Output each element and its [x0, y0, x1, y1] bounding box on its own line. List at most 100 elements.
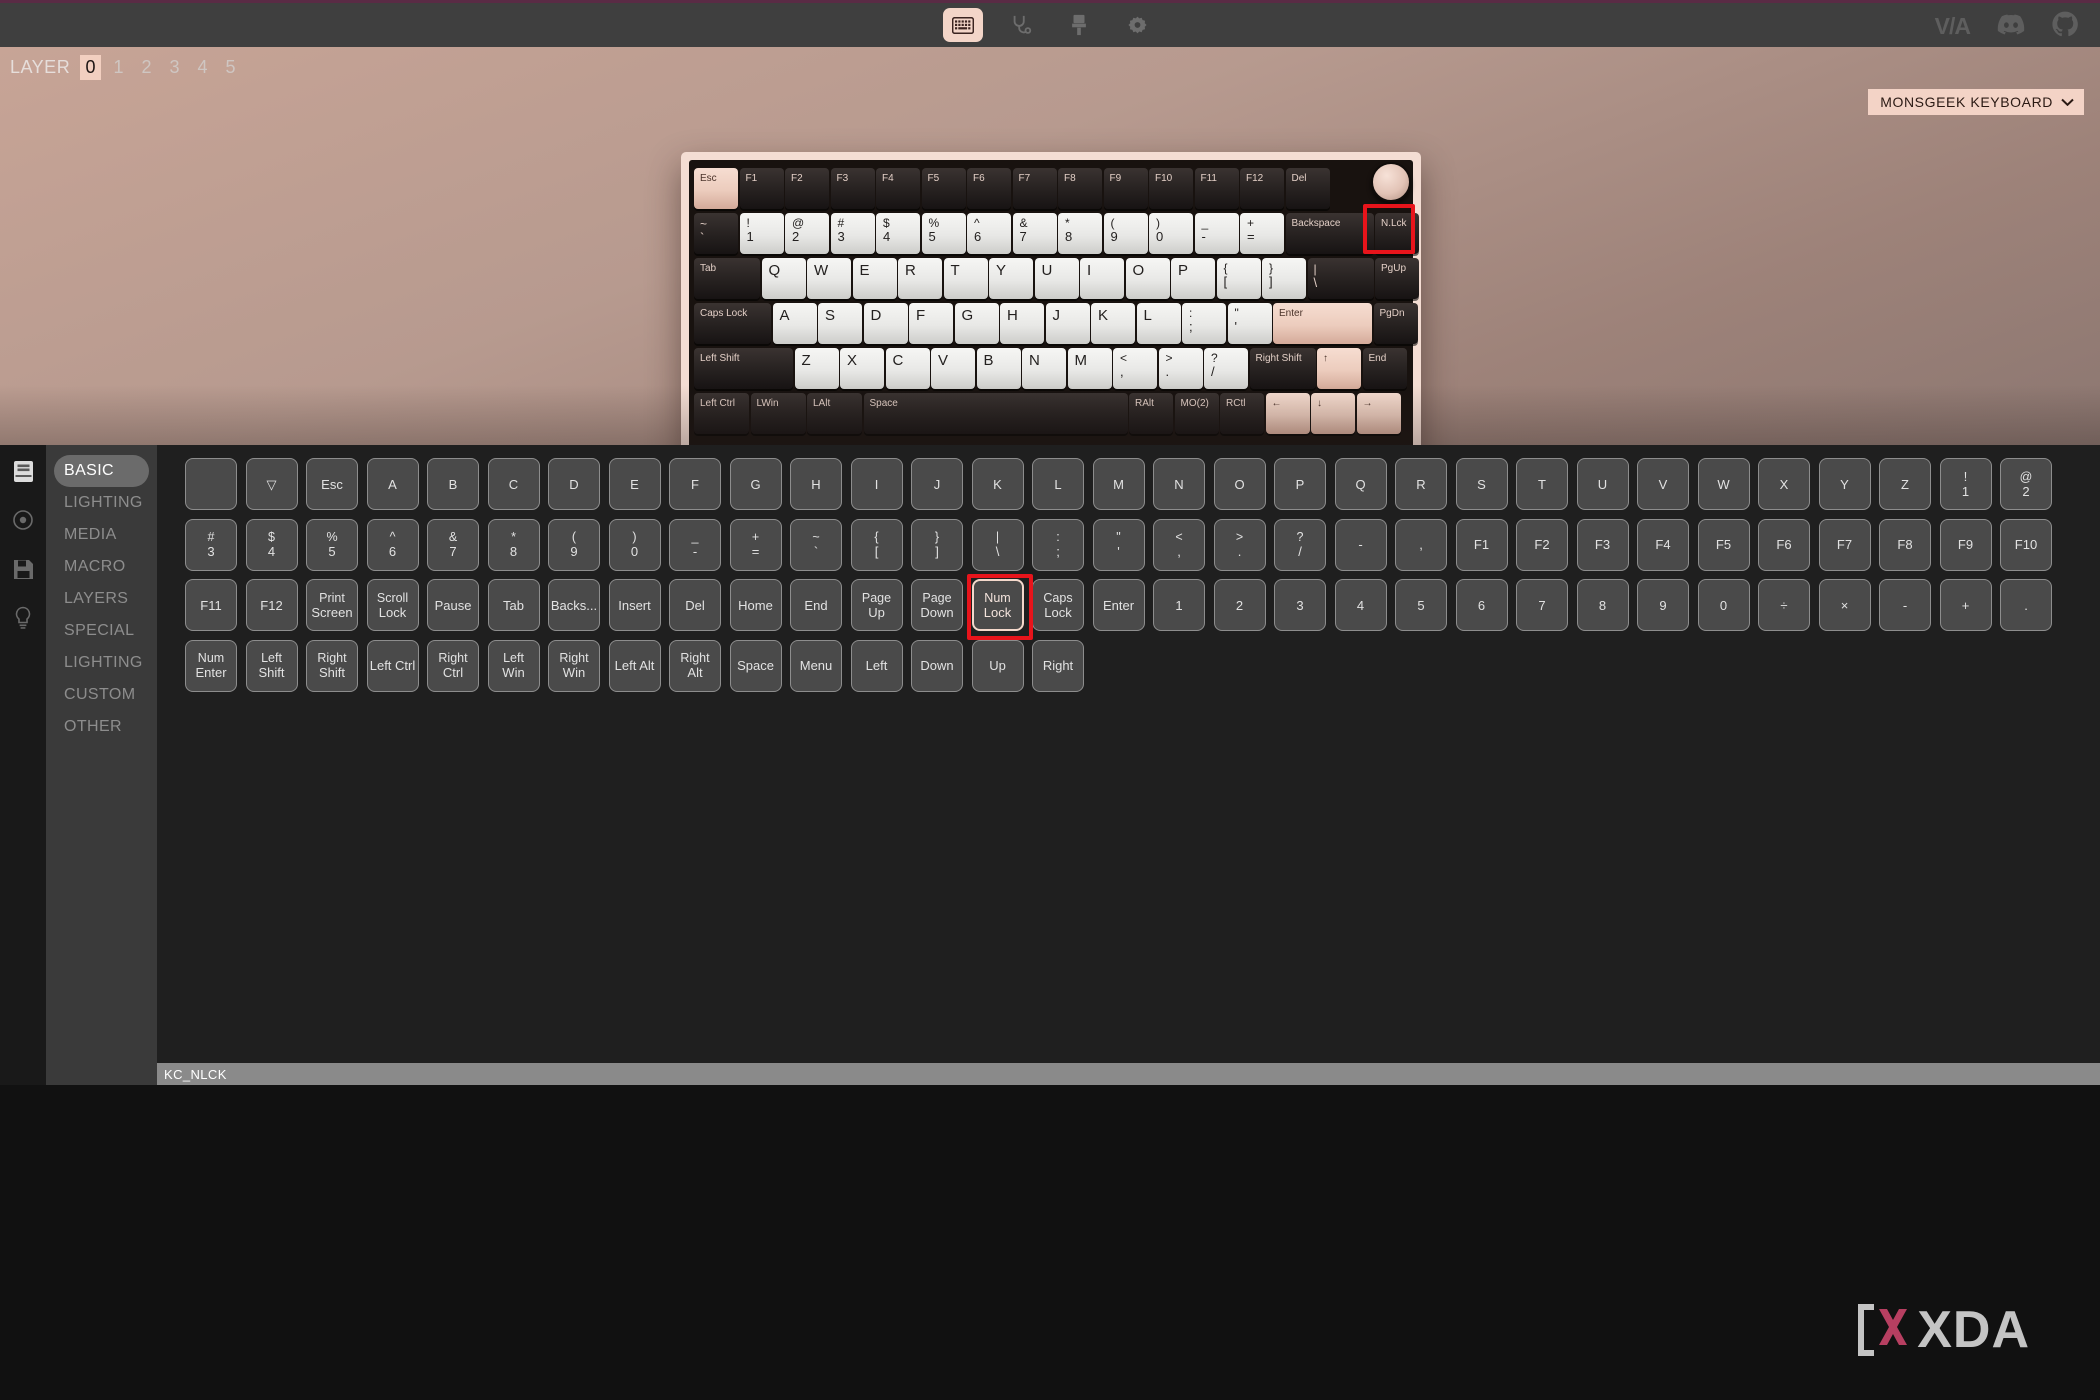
keyboard-key[interactable]: C [885, 348, 930, 389]
keyboard-key[interactable]: + = [1240, 213, 1284, 254]
key-option[interactable]: F12 [245, 579, 298, 631]
key-option[interactable]: , [1395, 518, 1447, 571]
key-option[interactable]: Up [971, 639, 1024, 692]
key-option[interactable]: F7 [1818, 518, 1871, 571]
key-option[interactable]: W [1697, 458, 1750, 510]
keyboard-key[interactable]: A [772, 303, 817, 344]
key-option[interactable]: Scroll Lock [366, 579, 419, 631]
key-option[interactable]: + = [729, 518, 782, 571]
key-option[interactable]: Space [729, 639, 782, 692]
key-option[interactable]: Page Down [911, 579, 963, 631]
keyboard-key[interactable]: F5 [921, 168, 966, 209]
key-option[interactable]: P [1274, 458, 1326, 510]
key-option[interactable]: (9 [548, 518, 600, 571]
github-icon[interactable] [2052, 11, 2078, 42]
keyboard-key[interactable]: Tab [694, 258, 760, 299]
key-option[interactable]: 0 [1697, 579, 1750, 631]
key-option[interactable]: Num Enter [185, 639, 237, 692]
category-macro[interactable]: MACRO [54, 551, 149, 583]
key-option[interactable]: F2 [1516, 518, 1568, 571]
key-option[interactable]: >. [1213, 518, 1266, 571]
key-option[interactable]: F9 [1939, 518, 1992, 571]
keyboard-key[interactable]: → [1356, 393, 1401, 434]
keyboard-key[interactable]: ↑ [1317, 348, 1361, 389]
keyboard-key[interactable]: F8 [1058, 168, 1102, 209]
keyboard-key[interactable]: W [807, 258, 851, 299]
key-option[interactable]: . [2000, 579, 2052, 631]
key-option[interactable]: Tab [487, 579, 540, 631]
key-option[interactable]: ▽ [245, 458, 298, 510]
key-option[interactable]: Left Ctrl [366, 639, 419, 692]
key-option[interactable]: Caps Lock [1032, 579, 1084, 631]
key-option[interactable]: :; [1032, 518, 1084, 571]
keyboard-key[interactable]: F2 [785, 168, 829, 209]
keyboard-key[interactable]: Q [761, 258, 806, 299]
keyboard-key[interactable]: V [931, 348, 975, 389]
key-option[interactable] [185, 458, 237, 510]
layer-button-1[interactable]: 1 [108, 55, 129, 80]
keyboard-key[interactable]: {[ [1216, 258, 1261, 299]
key-option[interactable]: S [1455, 458, 1508, 510]
keyboard-key[interactable]: Space [863, 393, 1128, 434]
key-option[interactable]: Q [1334, 458, 1387, 510]
keyboard-key[interactable]: S [818, 303, 862, 344]
keyboard-key[interactable]: J [1045, 303, 1090, 344]
key-option[interactable]: Backs... [548, 579, 600, 631]
key-option[interactable]: N [1153, 458, 1205, 510]
layer-button-3[interactable]: 3 [164, 55, 185, 80]
keyboard-key[interactable]: ← [1265, 393, 1310, 434]
key-option[interactable]: Enter [1092, 579, 1145, 631]
key-option[interactable]: 6 [1455, 579, 1508, 631]
key-option[interactable]: % 5 [306, 518, 358, 571]
keyboard-key[interactable]: * 8 [1058, 213, 1102, 254]
keyboard-key[interactable]: End [1362, 348, 1407, 389]
key-option[interactable]: Left Alt [608, 639, 661, 692]
keyboard-key[interactable]: F7 [1012, 168, 1057, 209]
keyboard-key[interactable]: Z [794, 348, 839, 389]
key-option[interactable]: Del [669, 579, 721, 631]
category-custom[interactable]: CUSTOM [54, 679, 149, 711]
keyboard-key[interactable]: Del [1285, 168, 1330, 209]
layer-button-5[interactable]: 5 [220, 55, 241, 80]
key-option[interactable]: @2 [2000, 458, 2052, 510]
keyboard-key[interactable]: ) 0 [1149, 213, 1193, 254]
key-option[interactable]: ^ 6 [366, 518, 419, 571]
keyboard-key[interactable]: LAlt [807, 393, 862, 434]
keyboard-key[interactable]: PgDn [1373, 303, 1418, 344]
key-option[interactable]: Right Win [548, 639, 600, 692]
key-option[interactable]: Left [850, 639, 903, 692]
key-option[interactable]: A [366, 458, 419, 510]
keyboard-key[interactable]: Left Ctrl [694, 393, 749, 434]
key-option[interactable]: Esc [306, 458, 358, 510]
key-option[interactable]: Y [1818, 458, 1871, 510]
key-option[interactable]: T [1516, 458, 1568, 510]
key-option[interactable]: Insert [608, 579, 661, 631]
key-option[interactable]: E [608, 458, 661, 510]
keyboard-key[interactable]: Y [989, 258, 1033, 299]
keyboard-key[interactable]: Caps Lock [694, 303, 771, 344]
keyboard-key[interactable]: RCtl [1220, 393, 1264, 434]
key-option[interactable]: - [1879, 579, 1931, 631]
keyboard-key[interactable]: M [1067, 348, 1112, 389]
key-option[interactable]: <, [1153, 518, 1205, 571]
keyboard-key[interactable]: % 5 [921, 213, 966, 254]
key-option[interactable]: F6 [1758, 518, 1810, 571]
keyboard-key[interactable]: ? / [1204, 348, 1248, 389]
category-special[interactable]: SPECIAL [54, 615, 149, 647]
keyboard-key[interactable]: ↓ [1311, 393, 1355, 434]
layer-button-4[interactable]: 4 [192, 55, 213, 80]
settings-tab[interactable] [1117, 8, 1157, 42]
key-option[interactable]: | \ [971, 518, 1024, 571]
keyboard-key[interactable]: D [863, 303, 908, 344]
key-option[interactable]: H [790, 458, 842, 510]
discord-icon[interactable] [1996, 13, 2026, 40]
keyboard-key[interactable]: #3 [830, 213, 875, 254]
keyboard-key[interactable]: F [909, 303, 953, 344]
keyboard-key[interactable]: F4 [876, 168, 920, 209]
keyboard-key[interactable]: >. [1158, 348, 1203, 389]
key-option[interactable]: Down [911, 639, 963, 692]
layer-button-0[interactable]: 0 [80, 55, 102, 80]
key-option[interactable]: 4 [1334, 579, 1387, 631]
keyboard-key[interactable]: " ' [1227, 303, 1272, 344]
category-lighting[interactable]: LIGHTING [54, 487, 149, 519]
